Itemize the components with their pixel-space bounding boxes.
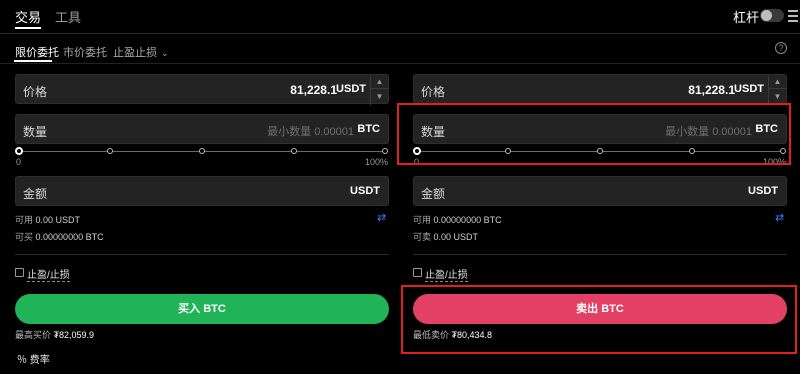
buy-available: 可用 0.00 USDT (15, 213, 80, 226)
sell-available-key: 可用 (413, 215, 432, 225)
divider (413, 254, 787, 255)
buy-can-buy: 可买 0.00000000 BTC (15, 230, 104, 243)
buy-can-buy-value: 0.00000000 BTC (35, 232, 104, 242)
buy-tpsl-checkbox[interactable] (15, 268, 24, 277)
highlight-box-quantity (397, 103, 791, 165)
buy-price-stepper[interactable]: ▲ ▼ (370, 75, 388, 105)
buy-price-field[interactable]: 价格 81,228.1 USDT ▲ ▼ (15, 74, 389, 105)
sell-price-label: 价格 (421, 85, 446, 99)
transfer-icon[interactable]: ⇄ (775, 211, 784, 224)
buy-price-unit: USDT (336, 83, 366, 95)
sell-can-sell-key: 可卖 (413, 232, 432, 242)
buy-button[interactable]: 买入 BTC (15, 294, 389, 324)
sell-price-stepper[interactable]: ▲ ▼ (768, 75, 786, 105)
sell-price-input[interactable]: 81,228.1 (688, 83, 735, 97)
buy-slider-max-label: 100% (365, 157, 389, 167)
buy-best-price: 最高买价 ₮82,059.9 (15, 328, 94, 341)
sell-amount-label: 金额 (421, 187, 446, 201)
buy-slider-step-100[interactable] (382, 148, 388, 154)
sell-can-sell: 可卖 0.00 USDT (413, 230, 478, 243)
buy-amount-field[interactable]: 金额 USDT (15, 176, 389, 206)
buy-price-input[interactable]: 81,228.1 (290, 83, 337, 97)
buy-can-buy-key: 可买 (15, 232, 34, 242)
buy-price-label: 价格 (23, 85, 48, 99)
sell-available-value: 0.00000000 BTC (433, 215, 502, 225)
chevron-up-icon[interactable]: ▲ (371, 75, 388, 89)
chevron-down-icon[interactable]: ▼ (769, 90, 786, 104)
buy-slider-min-label: 0 (16, 157, 22, 167)
buy-quantity-unit: BTC (357, 123, 380, 135)
buy-slider-step-25[interactable] (107, 148, 113, 154)
sell-available: 可用 0.00000000 BTC (413, 213, 502, 226)
chevron-down-icon[interactable]: ▼ (371, 90, 388, 104)
buy-slider-step-50[interactable] (199, 148, 205, 154)
buy-available-value: 0.00 USDT (35, 215, 81, 225)
fee-rate-link[interactable]: ％ 费率 (17, 351, 50, 366)
buy-quantity-field[interactable]: 数量 最小数量 0.00001 BTC (15, 114, 389, 144)
transfer-icon[interactable]: ⇄ (377, 211, 386, 224)
highlight-box-sell-button (401, 285, 797, 354)
sell-tpsl-checkbox[interactable] (413, 268, 422, 277)
buy-tpsl-label[interactable]: 止盈/止损 (27, 266, 70, 282)
sell-tpsl-label[interactable]: 止盈/止损 (425, 266, 468, 282)
buy-best-price-value: ₮82,059.9 (53, 330, 95, 340)
buy-slider-step-75[interactable] (291, 148, 297, 154)
sell-price-field[interactable]: 价格 81,228.1 USDT ▲ ▼ (413, 74, 787, 105)
buy-amount-label: 金额 (23, 187, 48, 201)
buy-panel: 价格 81,228.1 USDT ▲ ▼ 数量 最小数量 0.00001 BTC… (15, 0, 389, 374)
buy-quantity-label: 数量 (23, 125, 48, 139)
buy-slider-handle[interactable] (15, 147, 23, 155)
sell-amount-field[interactable]: 金额 USDT (413, 176, 787, 206)
buy-available-key: 可用 (15, 215, 34, 225)
sell-amount-unit: USDT (748, 185, 778, 197)
menu-icon[interactable] (788, 10, 798, 22)
sell-can-sell-value: 0.00 USDT (433, 232, 479, 242)
chevron-up-icon[interactable]: ▲ (769, 75, 786, 89)
buy-best-price-key: 最高买价 (15, 330, 52, 340)
divider (15, 254, 389, 255)
buy-amount-unit: USDT (350, 185, 380, 197)
buy-quantity-input[interactable]: 最小数量 0.00001 (267, 123, 354, 139)
sell-price-unit: USDT (734, 83, 764, 95)
